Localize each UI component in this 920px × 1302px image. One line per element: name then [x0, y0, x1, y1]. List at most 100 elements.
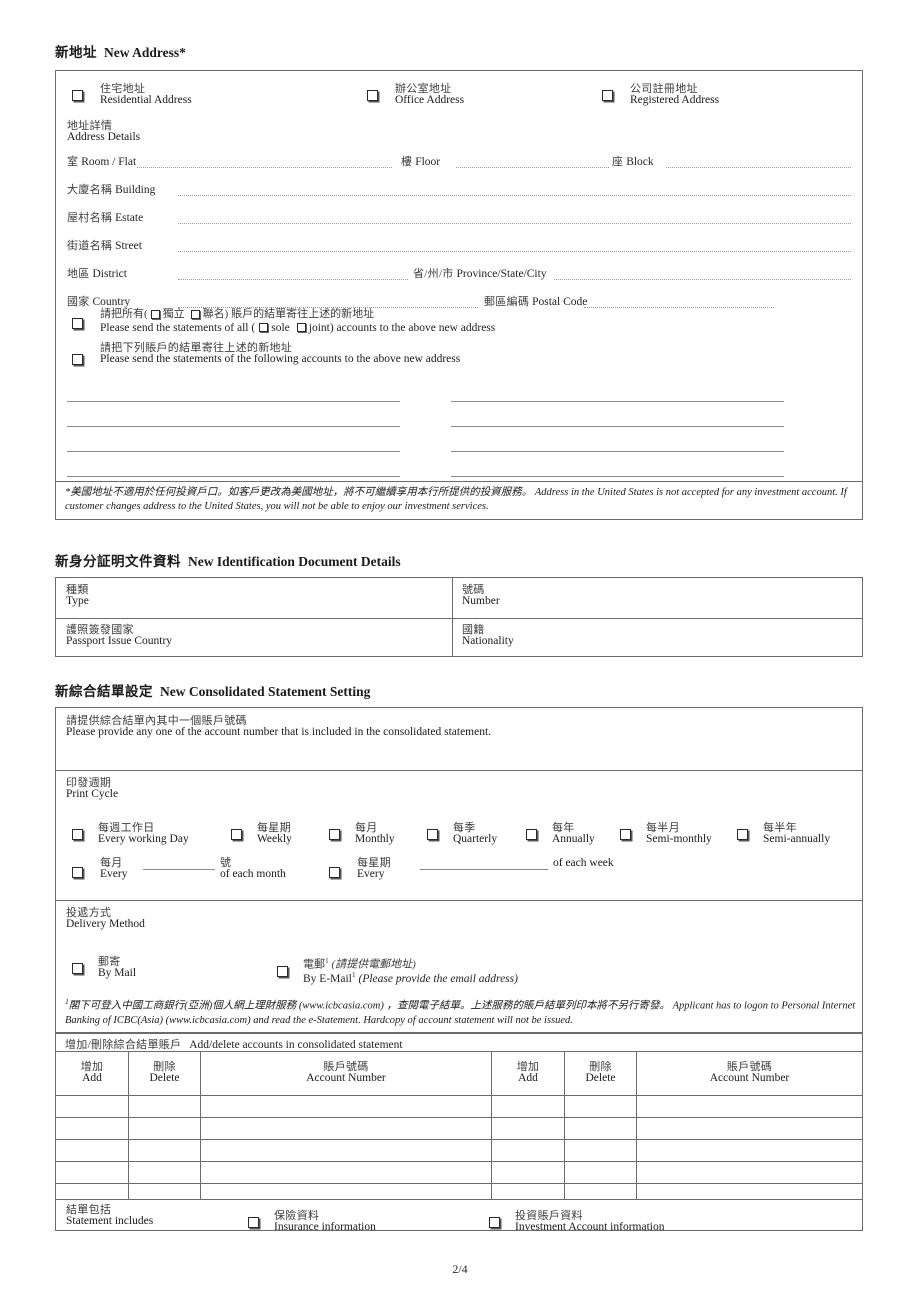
checkbox-icon[interactable] [620, 829, 631, 841]
field-building-input[interactable] [178, 195, 851, 196]
cell-delete[interactable] [128, 1117, 201, 1140]
account-line-input[interactable] [67, 426, 400, 427]
field-district-input[interactable] [178, 279, 408, 280]
cell-add[interactable] [55, 1161, 129, 1184]
account-line-input[interactable] [451, 401, 784, 402]
address-type-office[interactable]: 辦公室地址 Office Address [367, 83, 464, 107]
cell-add[interactable] [491, 1117, 565, 1140]
checkbox-icon[interactable] [489, 1217, 500, 1229]
checkbox-icon[interactable] [72, 90, 83, 102]
cycle-option-every-week-day[interactable] [329, 863, 340, 881]
field-floor-input[interactable] [456, 167, 609, 168]
cell-delete[interactable] [564, 1095, 637, 1118]
cell-delete[interactable] [564, 1117, 637, 1140]
cycle-option-semi-annually[interactable]: 每半年 Semi-annually [737, 822, 830, 846]
checkbox-icon[interactable] [602, 90, 613, 102]
cell-account-number[interactable] [636, 1095, 863, 1118]
account-line-input[interactable] [67, 401, 400, 402]
checkbox-icon-joint-cn[interactable] [190, 309, 200, 319]
field-street-input[interactable] [178, 251, 851, 252]
cell-delete[interactable] [564, 1161, 637, 1184]
checkbox-icon[interactable] [72, 353, 83, 365]
cell-delete[interactable] [564, 1139, 637, 1162]
cycle-option-every-month-day[interactable] [72, 863, 83, 881]
account-line-input[interactable] [451, 451, 784, 452]
includes-option-investment[interactable]: 投資賬戶資料 Investment Account information [489, 1210, 664, 1234]
cell-delete[interactable] [128, 1139, 201, 1162]
delivery-option-by-mail[interactable]: 郵寄 By Mail [72, 956, 136, 980]
checkbox-icon[interactable] [72, 963, 83, 975]
field-block-input[interactable] [666, 167, 851, 168]
cell-account-number[interactable] [200, 1139, 492, 1162]
checkbox-icon-sole-cn[interactable] [150, 309, 160, 319]
includes-option-insurance[interactable]: 保險資料 Insurance information [248, 1210, 376, 1234]
cell-add[interactable] [55, 1139, 129, 1162]
checkbox-icon-joint-en[interactable] [296, 323, 306, 333]
cell-account-number[interactable] [200, 1095, 492, 1118]
id-cell-passport-country-en: Passport Issue Country [66, 635, 173, 648]
cell-add[interactable] [491, 1139, 565, 1162]
cell-add[interactable] [55, 1117, 129, 1140]
cell-account-number[interactable] [636, 1117, 863, 1140]
table-row[interactable] [55, 1139, 863, 1162]
cell-delete[interactable] [128, 1161, 201, 1184]
cell-add[interactable] [55, 1095, 129, 1118]
cycle-option-every-working-day[interactable]: 每週工作日 Every working Day [72, 822, 189, 846]
id-cell-nationality[interactable]: 國籍 Nationality [462, 624, 514, 648]
cell-add[interactable] [491, 1095, 565, 1118]
cycle-option-monthly[interactable]: 每月 Monthly [329, 822, 395, 846]
checkbox-icon[interactable] [427, 829, 438, 841]
statement-includes-bar: 結單包括 Statement includes 保險資料 Insurance i… [55, 1199, 863, 1234]
cycle-option-weekly[interactable]: 每星期 Weekly [231, 822, 292, 846]
checkbox-icon[interactable] [526, 829, 537, 841]
id-box-vertical-divider [452, 578, 453, 656]
table-row[interactable] [55, 1117, 863, 1140]
id-cell-passport-country[interactable]: 護照簽發國家 Passport Issue Country [66, 624, 173, 648]
cycle-option-quarterly[interactable]: 每季 Quarterly [427, 822, 497, 846]
account-line-input[interactable] [451, 426, 784, 427]
checkbox-icon[interactable] [277, 965, 288, 977]
cell-account-number[interactable] [636, 1139, 863, 1162]
checkbox-icon[interactable] [329, 829, 340, 841]
table-body [55, 1095, 863, 1206]
every-week-prefix-en: Every [357, 868, 385, 881]
option-all-accounts[interactable] [72, 314, 83, 332]
checkbox-icon[interactable] [72, 829, 83, 841]
cell-add[interactable] [491, 1161, 565, 1184]
checkbox-icon[interactable] [72, 317, 83, 329]
address-details-label-en: Address Details [67, 131, 141, 144]
option-following-accounts[interactable] [72, 350, 83, 368]
checkbox-icon[interactable] [367, 90, 378, 102]
cell-account-number[interactable] [636, 1161, 863, 1184]
cycle-option-annually[interactable]: 每年 Annually [526, 822, 595, 846]
every-month-day-input[interactable] [143, 869, 215, 870]
cell-account-number[interactable] [200, 1161, 492, 1184]
checkbox-icon[interactable] [248, 1217, 259, 1229]
field-postal-input[interactable] [584, 307, 774, 308]
id-cell-type[interactable]: 種類 Type [66, 584, 89, 608]
checkbox-icon[interactable] [231, 829, 242, 841]
table-row[interactable] [55, 1095, 863, 1118]
account-line-input[interactable] [67, 476, 400, 477]
checkbox-icon[interactable] [329, 866, 340, 878]
table-row[interactable] [55, 1161, 863, 1184]
every-week-day-input[interactable] [420, 869, 548, 870]
cell-delete[interactable] [128, 1095, 201, 1118]
account-line-input[interactable] [451, 476, 784, 477]
form-page: 新地址 New Address* 住宅地址 Residential Address… [0, 0, 920, 1302]
cycle-option-semi-monthly[interactable]: 每半月 Semi-monthly [620, 822, 712, 846]
account-line-input[interactable] [67, 451, 400, 452]
new-identification-box: 種類 Type 號碼 Number 護照簽發國家 Passport Issue … [55, 577, 863, 657]
id-cell-number[interactable]: 號碼 Number [462, 584, 500, 608]
cell-account-number[interactable] [200, 1117, 492, 1140]
checkbox-icon[interactable] [72, 866, 83, 878]
address-type-residential[interactable]: 住宅地址 Residential Address [72, 83, 192, 107]
field-province-input[interactable] [554, 279, 851, 280]
address-type-registered[interactable]: 公司註冊地址 Registered Address [602, 83, 719, 107]
checkbox-icon[interactable] [737, 829, 748, 841]
delivery-option-by-email[interactable]: 電郵1 (請提供電郵地址) By E-Mail1 (Please provide… [277, 957, 518, 985]
field-postal-label: 郵區編碼 Postal Code [484, 296, 588, 308]
field-room-input[interactable] [137, 167, 392, 168]
field-estate-input[interactable] [178, 223, 851, 224]
checkbox-icon-sole-en[interactable] [259, 323, 269, 333]
